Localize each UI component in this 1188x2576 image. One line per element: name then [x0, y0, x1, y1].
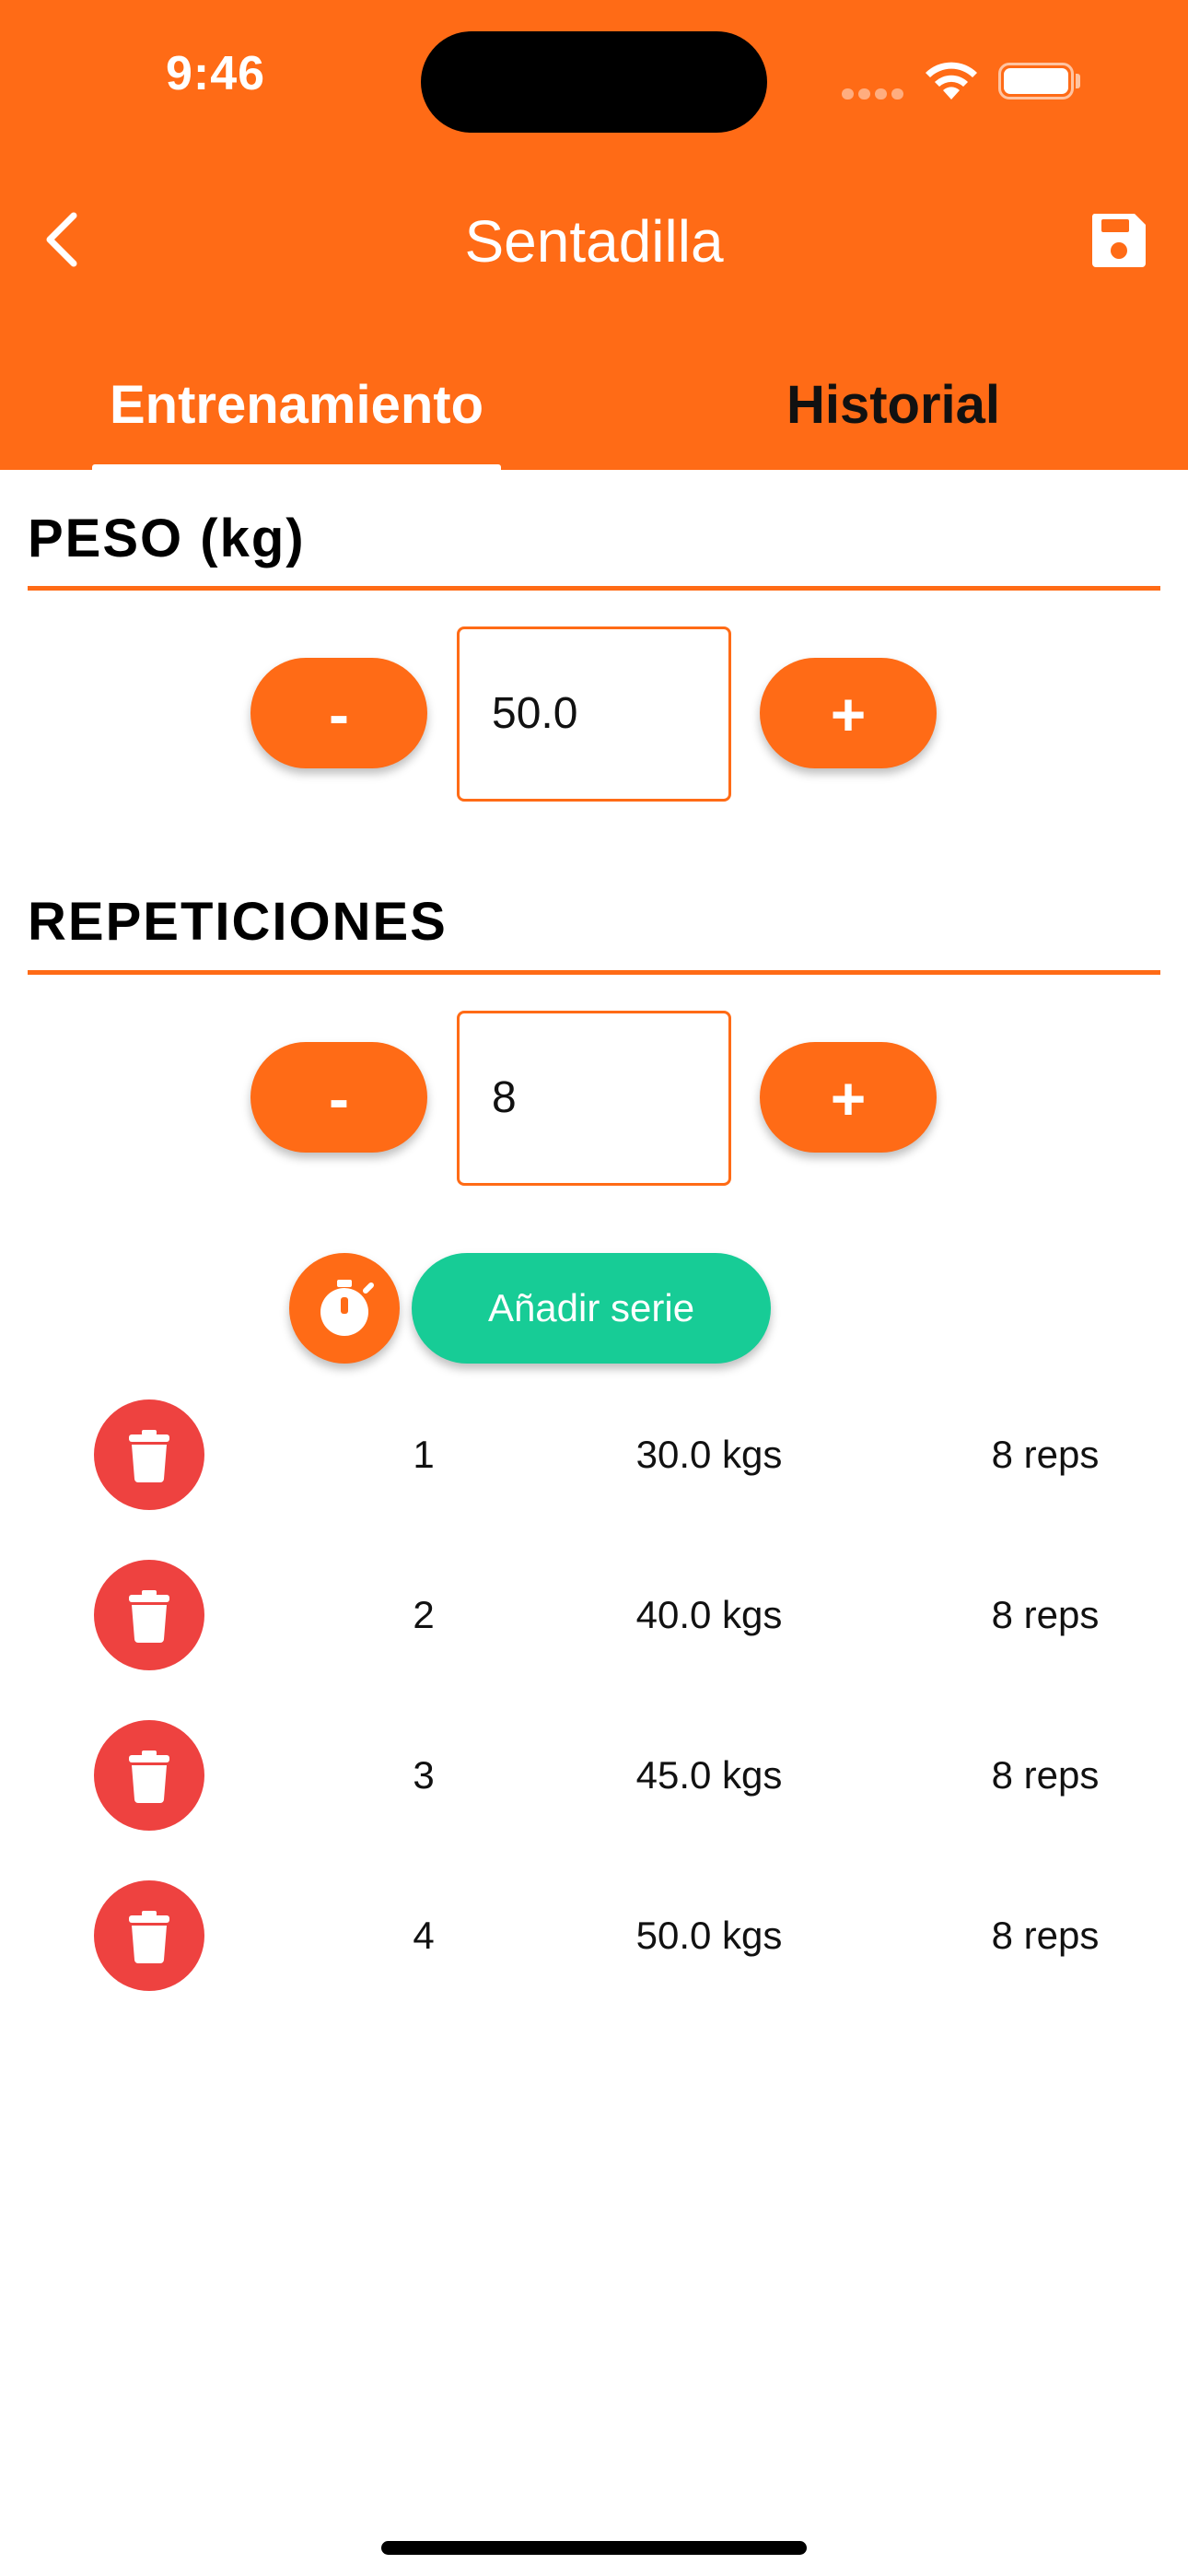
set-reps: 8 reps [991, 1914, 1100, 1957]
delete-set-button[interactable] [94, 1560, 204, 1670]
set-weight: 40.0 kgs [635, 1593, 783, 1636]
set-reps: 8 reps [991, 1593, 1100, 1636]
home-indicator[interactable] [381, 2541, 807, 2555]
cellular-signal-icon [842, 88, 904, 100]
set-row: 1 30.0 kgs 8 reps [0, 1399, 1188, 1510]
add-set-button[interactable]: Añadir serie [412, 1253, 771, 1364]
trash-icon [129, 1590, 169, 1643]
set-weight: 30.0 kgs [635, 1433, 783, 1476]
reps-decrement-button[interactable]: - [250, 1042, 427, 1153]
timer-button[interactable] [289, 1253, 400, 1364]
page-title: Sentadilla [464, 208, 724, 275]
set-weight: 50.0 kgs [635, 1914, 783, 1957]
set-reps: 8 reps [991, 1753, 1100, 1797]
peso-increment-button[interactable]: + [760, 658, 937, 768]
battery-icon [998, 63, 1074, 100]
delete-set-button[interactable] [94, 1399, 204, 1510]
set-number: 2 [413, 1593, 435, 1636]
set-reps: 8 reps [991, 1433, 1100, 1476]
reps-increment-button[interactable]: + [760, 1042, 937, 1153]
active-tab-indicator [92, 464, 501, 470]
set-number: 3 [413, 1753, 435, 1797]
repeticiones-section-title: REPETICIONES [28, 892, 448, 952]
repeticiones-divider [28, 970, 1160, 975]
stopwatch-icon [320, 1280, 374, 1336]
set-row: 4 50.0 kgs 8 reps [0, 1880, 1188, 1991]
trash-icon [129, 1430, 169, 1482]
peso-input[interactable]: 50.0 [457, 626, 731, 802]
trash-icon [129, 1751, 169, 1803]
set-weight: 45.0 kgs [635, 1753, 783, 1797]
delete-set-button[interactable] [94, 1720, 204, 1831]
trash-icon [129, 1911, 169, 1963]
peso-decrement-button[interactable]: - [250, 658, 427, 768]
wifi-icon [926, 62, 977, 100]
tab-entrenamiento[interactable]: Entrenamiento [92, 369, 501, 442]
set-number: 4 [413, 1914, 435, 1957]
status-time: 9:46 [166, 47, 266, 100]
tab-historial[interactable]: Historial [700, 369, 1087, 442]
set-row: 3 45.0 kgs 8 reps [0, 1720, 1188, 1831]
app-header: 9:46 Sentadilla Entrenamiento Historial [0, 0, 1188, 470]
reps-input[interactable]: 8 [457, 1011, 731, 1186]
dynamic-island [421, 31, 767, 133]
peso-divider [28, 586, 1160, 591]
set-row: 2 40.0 kgs 8 reps [0, 1560, 1188, 1670]
peso-section-title: PESO (kg) [28, 509, 306, 568]
back-chevron-icon[interactable] [28, 203, 101, 276]
save-icon[interactable] [1089, 210, 1149, 271]
delete-set-button[interactable] [94, 1880, 204, 1991]
set-number: 1 [413, 1433, 435, 1476]
